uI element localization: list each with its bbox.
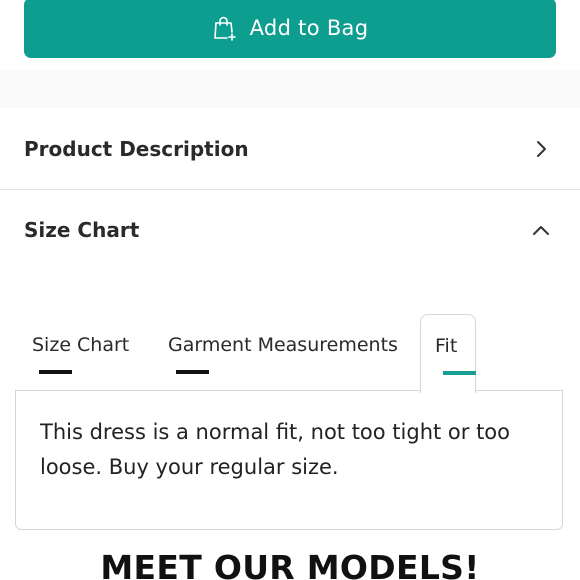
tab-label: Fit (435, 335, 458, 357)
product-description-label: Product Description (24, 137, 249, 161)
fit-panel: This dress is a normal fit, not too tigh… (15, 390, 563, 530)
size-info-tabs: Size Chart Garment Measurements Fit (0, 312, 580, 393)
product-page: Add to Bag Product Description Size Char… (0, 0, 580, 580)
tab-fit[interactable]: Fit (420, 314, 476, 393)
shopping-bag-plus-icon (212, 15, 238, 41)
tab-label: Size Chart (32, 334, 130, 356)
tab-indicator (39, 370, 72, 374)
fit-description: This dress is a normal fit, not too tigh… (40, 420, 511, 479)
tab-size-chart[interactable]: Size Chart (32, 312, 142, 390)
chevron-right-icon (530, 138, 552, 160)
add-to-bag-button[interactable]: Add to Bag (24, 0, 556, 58)
section-divider-band (0, 70, 580, 108)
product-description-toggle[interactable]: Product Description (0, 109, 580, 190)
size-chart-label: Size Chart (24, 218, 140, 242)
tab-label: Garment Measurements (168, 334, 398, 356)
tab-garment-measurements[interactable]: Garment Measurements (168, 312, 408, 390)
tab-indicator (176, 370, 209, 374)
size-chart-toggle[interactable]: Size Chart (0, 190, 580, 270)
add-to-bag-label: Add to Bag (249, 16, 369, 40)
tab-indicator-active (443, 371, 476, 375)
chevron-up-icon (530, 219, 552, 241)
meet-our-models-heading: MEET OUR MODELS! (100, 548, 480, 580)
